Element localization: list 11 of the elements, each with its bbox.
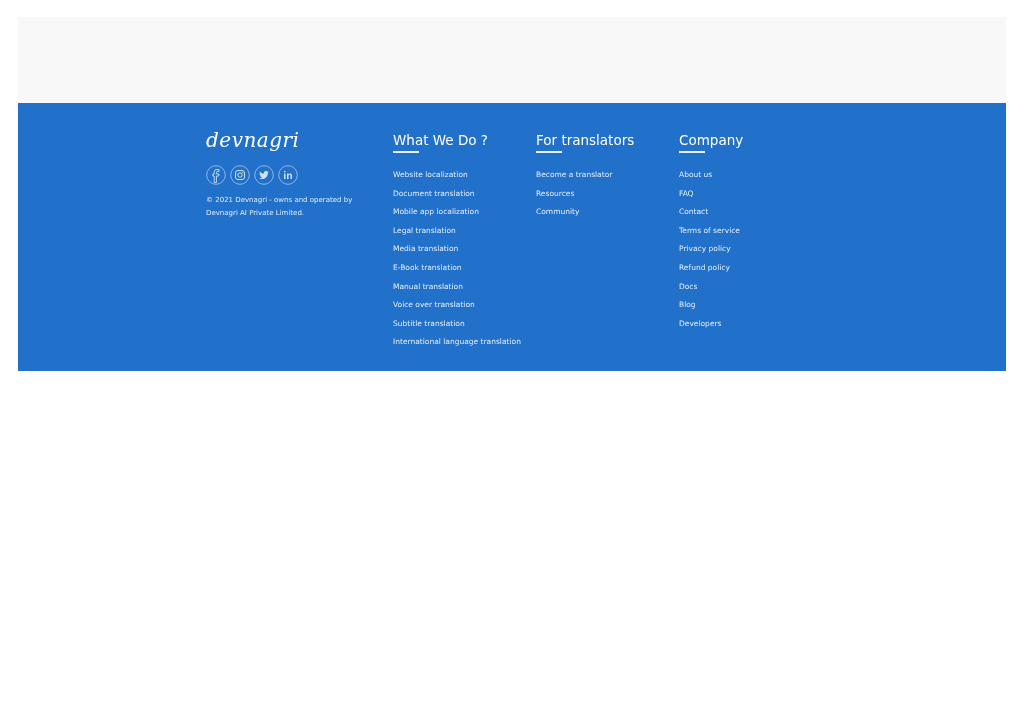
column-heading: Company xyxy=(679,131,744,149)
column-heading: For translators xyxy=(536,131,635,149)
heading-underline xyxy=(536,151,562,153)
twitter-bird-icon[interactable] xyxy=(254,165,274,185)
column-heading: What We Do ? xyxy=(393,131,489,149)
instagram-icon[interactable] xyxy=(230,165,250,185)
logo[interactable]: devnagri xyxy=(206,128,393,152)
heading-underline xyxy=(679,151,705,153)
heading-underline xyxy=(393,151,419,153)
facebook-icon[interactable] xyxy=(206,165,226,185)
linkedin-icon[interactable] xyxy=(278,165,298,185)
